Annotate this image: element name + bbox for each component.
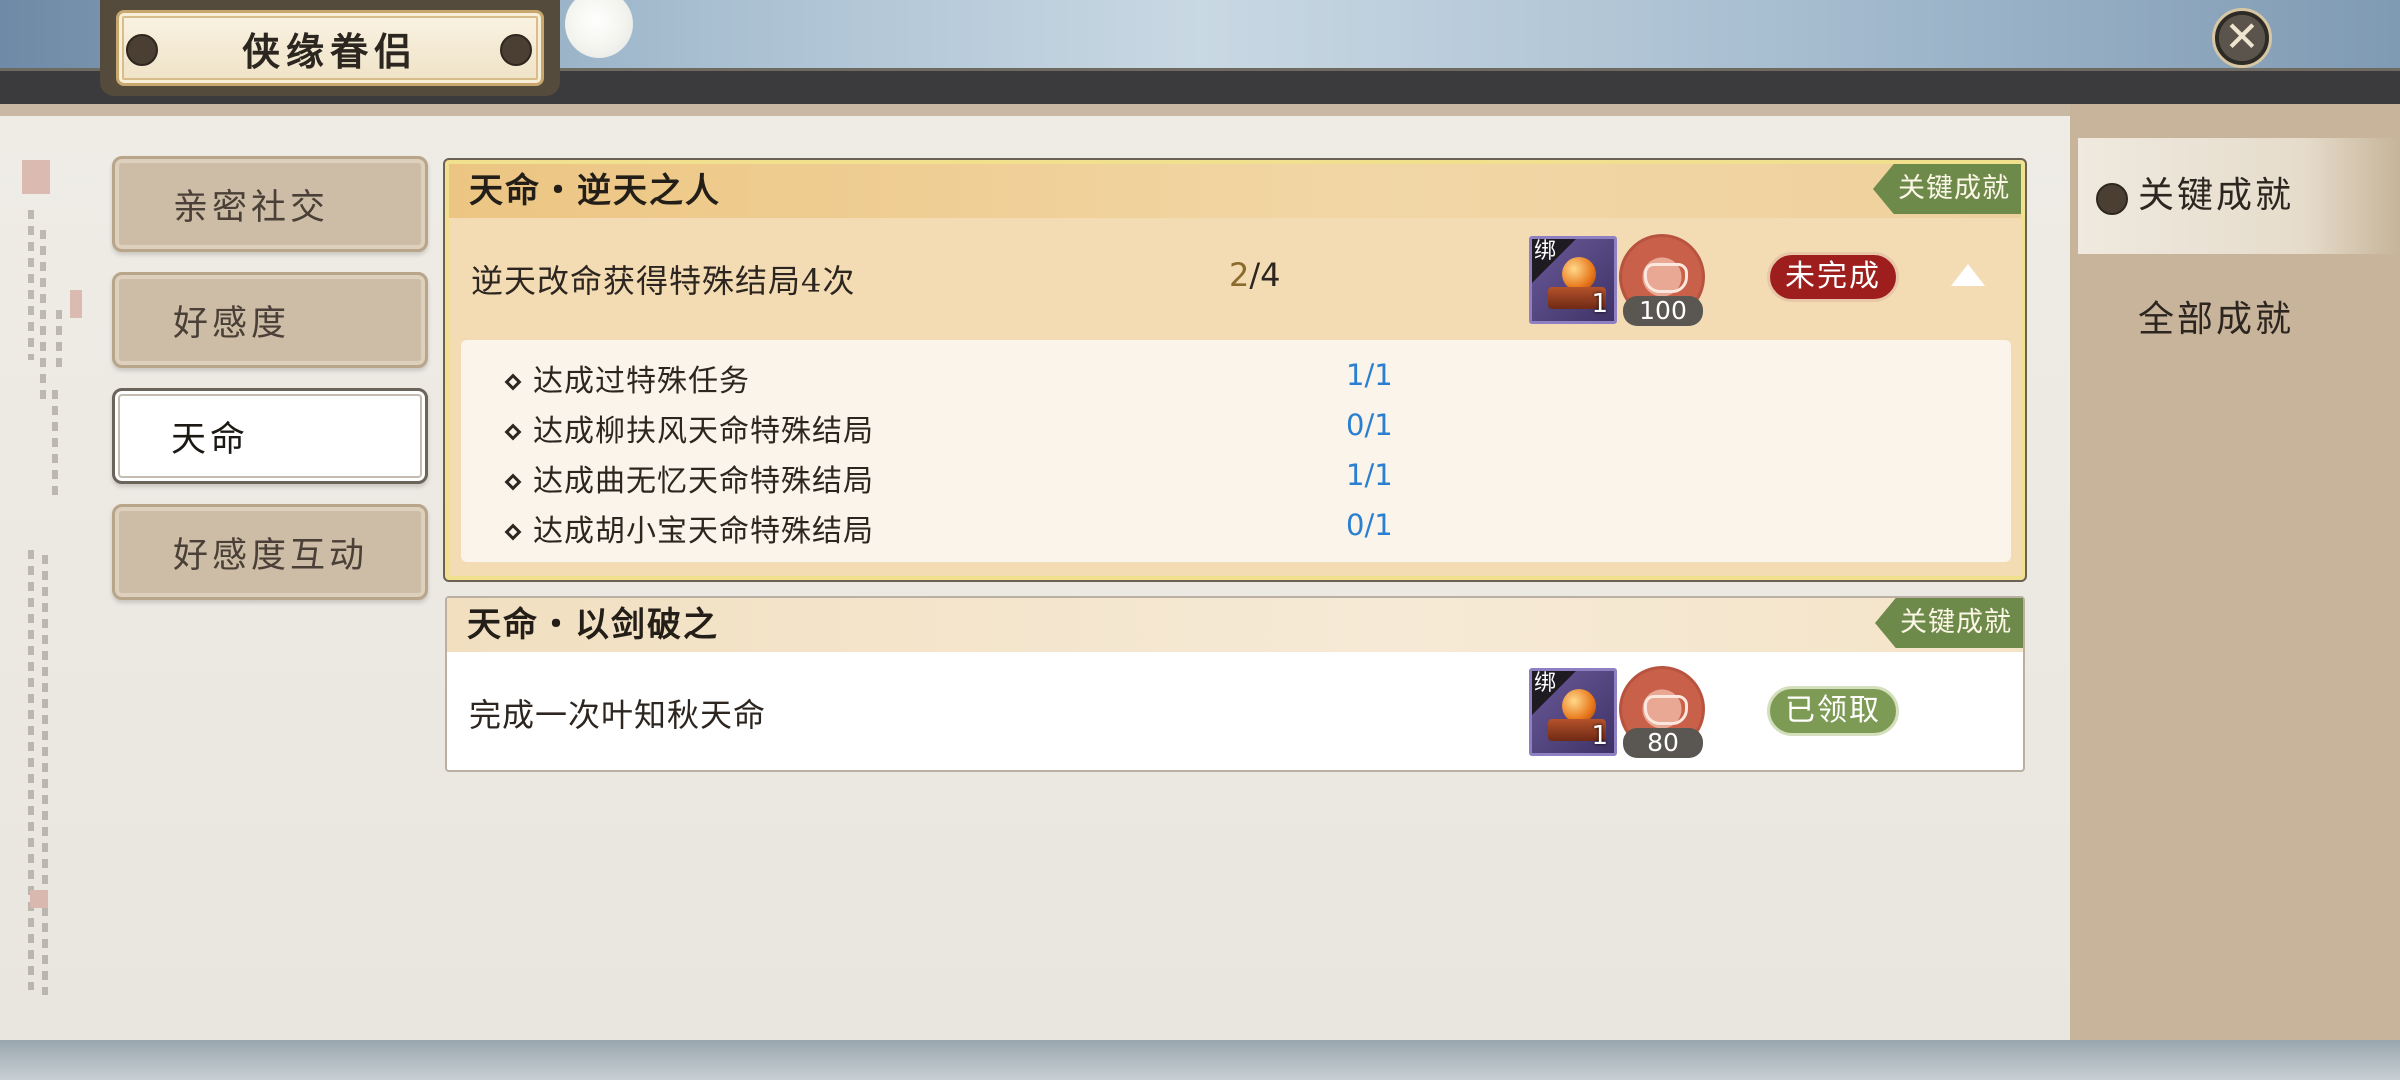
- nav-item-favorability-interaction[interactable]: 好感度互动: [112, 504, 428, 600]
- page-title: 侠缘眷侣: [116, 10, 544, 86]
- coin-ornament-icon: [500, 34, 532, 66]
- close-icon: ✕: [2224, 12, 2260, 61]
- bottom-band: [0, 1040, 2400, 1080]
- coin-ornament-icon: [2096, 183, 2128, 215]
- reward-item[interactable]: 绑 1: [1529, 236, 1617, 324]
- achievement-points: 100: [1617, 234, 1707, 326]
- orb-on-pedestal-icon: [1562, 257, 1596, 291]
- key-achievement-badge: 关键成就: [1875, 598, 2023, 648]
- achievement-points: 80: [1617, 666, 1707, 758]
- achievement-progress: 2/4: [1229, 256, 1281, 294]
- achievement-card[interactable]: 天命・逆天之人 关键成就 逆天改命获得特殊结局4次 2/4 绑 1 100 未完…: [445, 160, 2025, 580]
- diamond-bullet-icon: [504, 373, 522, 391]
- orb-on-pedestal-icon: [1562, 689, 1596, 723]
- diamond-bullet-icon: [504, 473, 522, 491]
- tab-all-achievements[interactable]: 全部成就: [2078, 262, 2400, 378]
- nav-item-intimate-social[interactable]: 亲密社交: [112, 156, 428, 252]
- nav-item-favorability[interactable]: 好感度: [112, 272, 428, 368]
- nav-item-destiny[interactable]: 天命: [112, 388, 428, 484]
- achievement-task: 逆天改命获得特殊结局4次: [471, 262, 856, 300]
- achievement-card[interactable]: 天命・以剑破之 关键成就 完成一次叶知秋天命 绑 1 80 已领取: [445, 596, 2025, 772]
- subtask-item: 达成柳扶风天命特殊结局: [504, 406, 874, 450]
- subtask-progress: 1/1: [1346, 358, 1393, 392]
- calligraphy-decoration: [22, 160, 82, 995]
- status-incomplete-button[interactable]: 未完成: [1767, 252, 1899, 302]
- subtask-item: 达成过特殊任务: [504, 356, 750, 400]
- subtask-progress: 0/1: [1346, 508, 1393, 542]
- close-button[interactable]: ✕: [2212, 8, 2272, 68]
- diamond-bullet-icon: [504, 423, 522, 441]
- reward-item[interactable]: 绑 1: [1529, 668, 1617, 756]
- diamond-bullet-icon: [504, 523, 522, 541]
- status-claimed-button[interactable]: 已领取: [1767, 686, 1899, 736]
- subtask-panel: 达成过特殊任务 1/1 达成柳扶风天命特殊结局 0/1 达成曲无忆天命特殊结局 …: [461, 340, 2011, 562]
- reward-quantity: 1: [1591, 721, 1608, 751]
- coin-ornament-icon: [126, 34, 158, 66]
- subtask-item: 达成曲无忆天命特殊结局: [504, 456, 874, 500]
- reward-quantity: 1: [1591, 289, 1608, 319]
- collapse-arrow-icon[interactable]: [1951, 264, 1985, 286]
- achievement-task: 完成一次叶知秋天命: [469, 696, 767, 734]
- subtask-item: 达成胡小宝天命特殊结局: [504, 506, 874, 550]
- achievement-title: 天命・以剑破之: [447, 598, 2023, 652]
- achievement-title: 天命・逆天之人: [449, 164, 2021, 218]
- subtask-progress: 1/1: [1346, 458, 1393, 492]
- key-achievement-badge: 关键成就: [1873, 164, 2021, 214]
- tab-key-achievements[interactable]: 关键成就: [2078, 138, 2400, 254]
- subtask-progress: 0/1: [1346, 408, 1393, 442]
